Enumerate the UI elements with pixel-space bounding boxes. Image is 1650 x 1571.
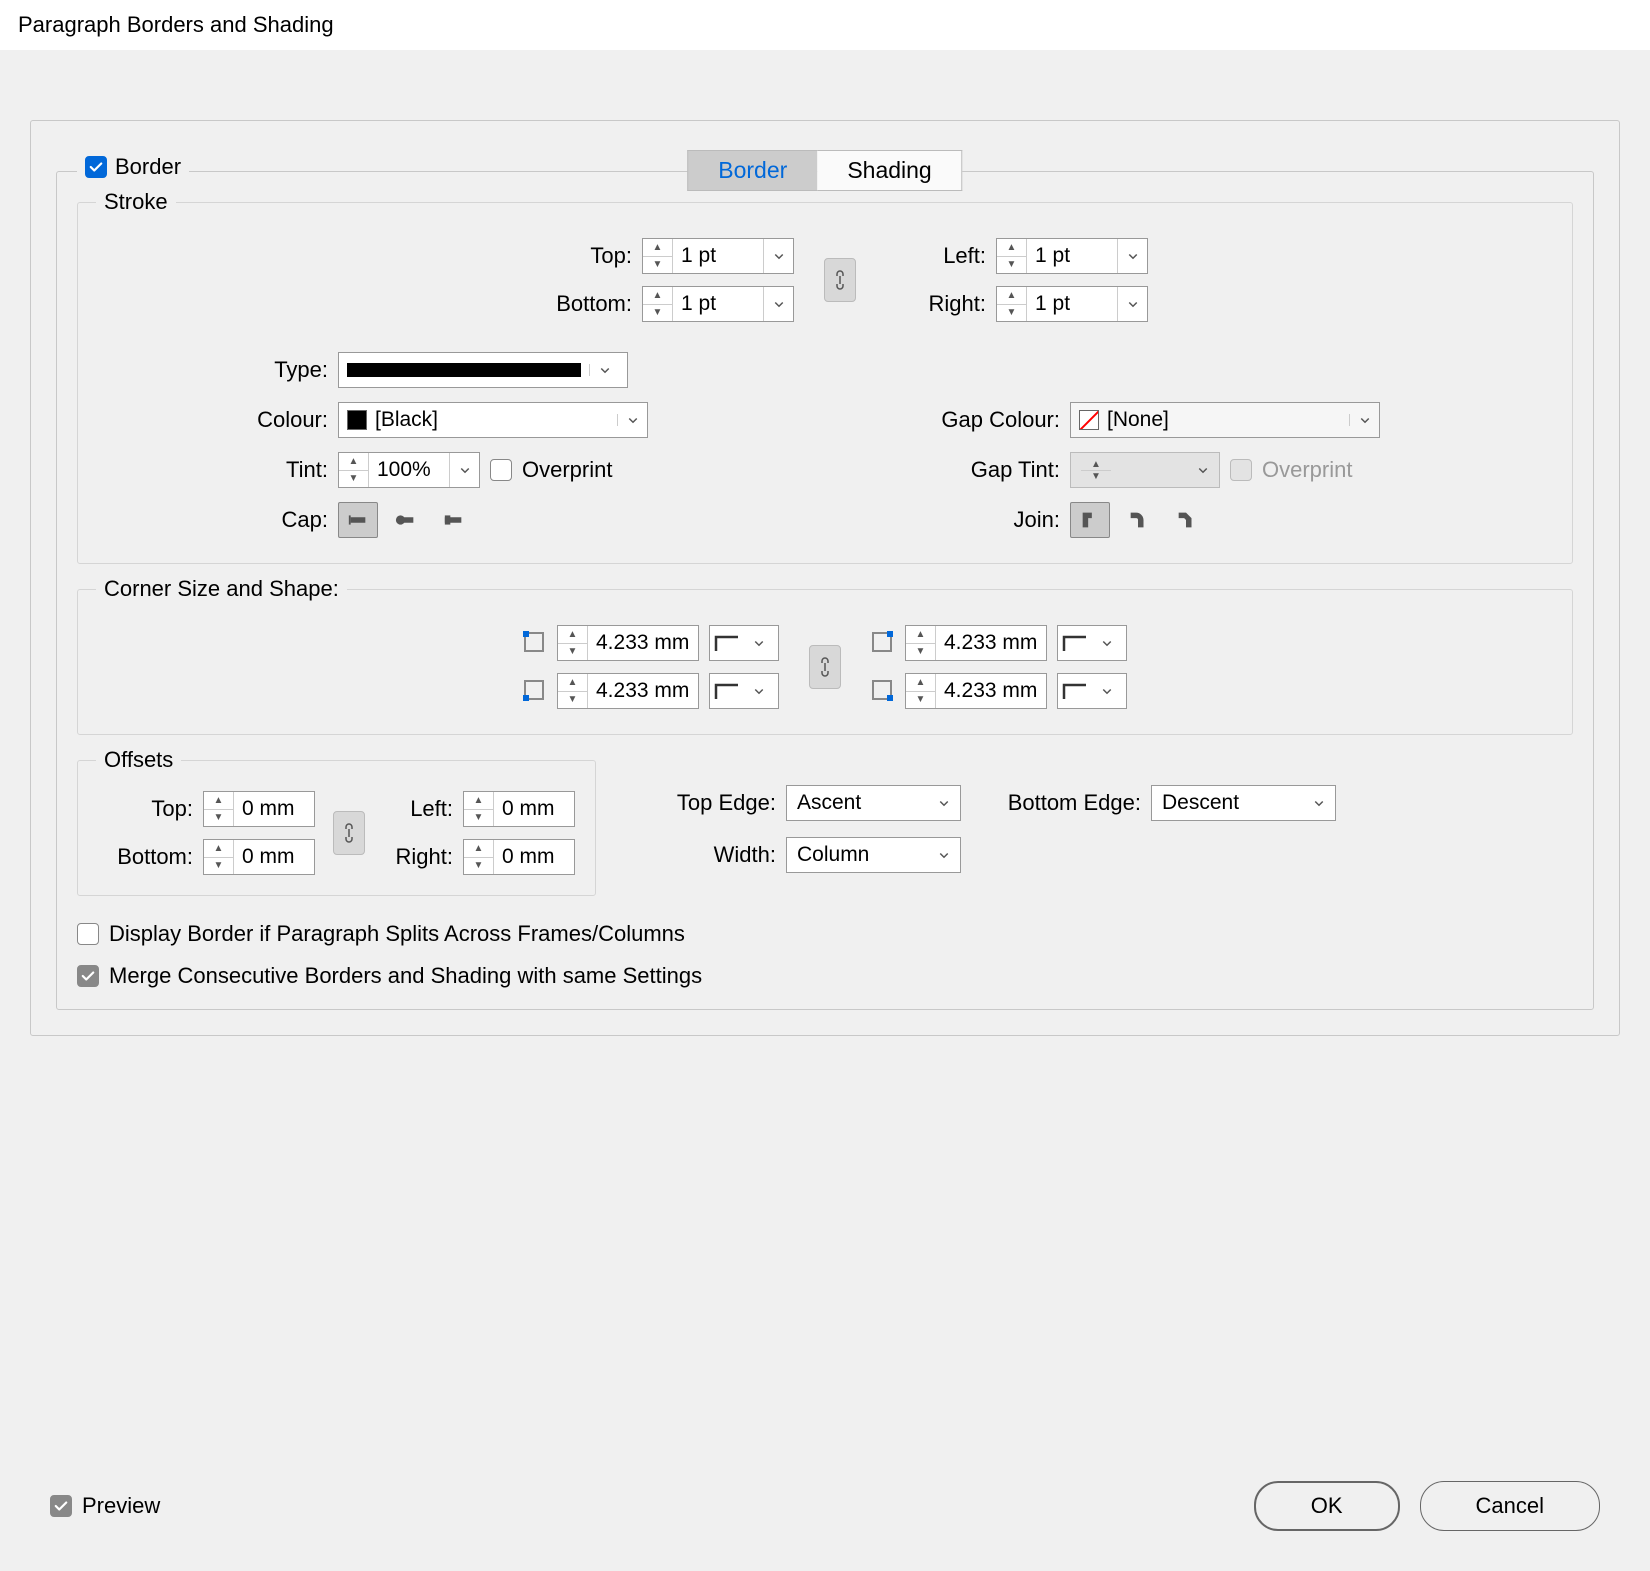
stroke-top-input[interactable]: ▲▼ [642,238,794,274]
offset-left-label: Left: [383,796,453,822]
corner-tl-input[interactable]: ▲▼ [557,625,699,661]
bottom-edge-dropdown[interactable]: Descent [1151,785,1336,821]
top-edge-dropdown[interactable]: Ascent [786,785,961,821]
stroke-type-dropdown[interactable] [338,352,628,388]
gap-overprint-label: Overprint [1262,457,1352,483]
join-label: Join: [920,507,1060,533]
black-swatch-icon [347,410,367,430]
gap-colour-label: Gap Colour: [920,407,1060,433]
offsets-link-icon[interactable] [333,811,365,855]
width-label: Width: [646,842,776,868]
join-bevel-button[interactable] [1166,502,1206,538]
corner-br-shape[interactable] [1057,673,1127,709]
stroke-right-label: Right: [886,291,986,317]
offset-bottom-label: Bottom: [98,844,193,870]
overprint-label: Overprint [522,457,612,483]
offset-top-input[interactable]: ▲▼ [203,791,315,827]
corner-bl-icon [523,679,547,703]
cap-square-button[interactable] [434,502,474,538]
merge-label: Merge Consecutive Borders and Shading wi… [109,963,702,989]
offset-bottom-input[interactable]: ▲▼ [203,839,315,875]
offset-top-label: Top: [98,796,193,822]
overprint-checkbox[interactable] [490,459,512,481]
stroke-top-label: Top: [502,243,632,269]
corner-link-icon[interactable] [809,645,841,689]
join-miter-button[interactable] [1070,502,1110,538]
corner-tl-icon [523,631,547,655]
corner-tr-shape[interactable] [1057,625,1127,661]
tab-shading[interactable]: Shading [817,150,962,191]
offset-right-label: Right: [383,844,453,870]
stroke-tint-input[interactable]: ▲▼ [338,452,480,488]
width-dropdown[interactable]: Column [786,837,961,873]
top-edge-label: Top Edge: [646,790,776,816]
corner-tr-input[interactable]: ▲▼ [905,625,1047,661]
offset-left-input[interactable]: ▲▼ [463,791,575,827]
cap-butt-button[interactable] [338,502,378,538]
ok-button[interactable]: OK [1254,1481,1400,1531]
border-enable-checkbox[interactable] [85,156,107,178]
offsets-legend: Offsets [96,747,181,773]
stroke-colour-label: Colour: [228,407,328,433]
corner-tl-shape[interactable] [709,625,779,661]
gap-colour-dropdown[interactable]: [None] [1070,402,1380,438]
dialog-title: Paragraph Borders and Shading [0,0,1650,50]
display-split-label: Display Border if Paragraph Splits Acros… [109,921,685,947]
corner-legend: Corner Size and Shape: [96,576,347,602]
stroke-bottom-input[interactable]: ▲▼ [642,286,794,322]
join-round-button[interactable] [1118,502,1158,538]
gap-overprint-checkbox [1230,459,1252,481]
stroke-left-label: Left: [886,243,986,269]
stroke-bottom-label: Bottom: [502,291,632,317]
stroke-left-input[interactable]: ▲▼ [996,238,1148,274]
corner-bl-input[interactable]: ▲▼ [557,673,699,709]
gap-tint-input: ▲▼ [1070,452,1220,488]
stroke-type-label: Type: [228,357,328,383]
cap-round-button[interactable] [386,502,426,538]
merge-checkbox[interactable] [77,965,99,987]
stroke-legend: Stroke [96,189,176,215]
cancel-button[interactable]: Cancel [1420,1481,1600,1531]
tab-strip: Border Shading [687,150,962,191]
tab-border[interactable]: Border [687,150,817,191]
stroke-link-icon[interactable] [824,258,856,302]
stroke-colour-dropdown[interactable]: [Black] [338,402,648,438]
corner-br-icon [871,679,895,703]
corner-bl-shape[interactable] [709,673,779,709]
offset-right-input[interactable]: ▲▼ [463,839,575,875]
cap-label: Cap: [228,507,328,533]
bottom-edge-label: Bottom Edge: [971,790,1141,816]
corner-tr-icon [871,631,895,655]
stroke-tint-label: Tint: [228,457,328,483]
none-swatch-icon [1079,410,1099,430]
corner-br-input[interactable]: ▲▼ [905,673,1047,709]
preview-label: Preview [82,1493,160,1519]
stroke-right-input[interactable]: ▲▼ [996,286,1148,322]
gap-tint-label: Gap Tint: [920,457,1060,483]
border-group-label: Border [115,154,181,180]
preview-checkbox[interactable] [50,1495,72,1517]
display-split-checkbox[interactable] [77,923,99,945]
